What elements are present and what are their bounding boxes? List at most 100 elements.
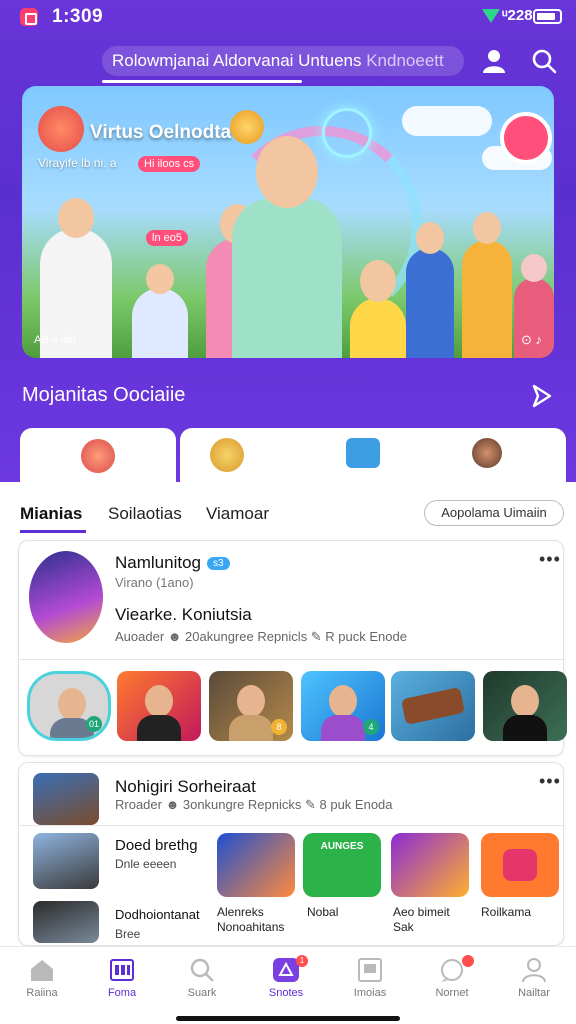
nav-label: Nornet	[435, 987, 469, 999]
grid-icon	[110, 959, 134, 981]
tab-soilaotias[interactable]: Soilaotias	[108, 504, 182, 524]
search-hint: Kndnoeett	[366, 51, 444, 70]
nav-profile[interactable]: Nailtar	[498, 957, 570, 999]
status-bar: 1:309 ᵘ228	[0, 0, 576, 36]
app-icon	[20, 8, 38, 26]
clock-icon	[500, 112, 552, 164]
banner-logo-icon	[38, 106, 84, 152]
search-icon	[190, 958, 214, 982]
thumbnail[interactable]: 01	[27, 671, 111, 741]
channel-avatar[interactable]	[29, 551, 103, 643]
divider	[19, 659, 563, 660]
network-indicator: ᵘ228	[502, 7, 533, 24]
profile-icon[interactable]	[477, 44, 511, 78]
more-options-icon[interactable]: •••	[539, 771, 561, 792]
row-thumbnail[interactable]	[33, 901, 99, 943]
nav-home[interactable]: Raiina	[6, 957, 78, 999]
header-underline	[102, 80, 302, 83]
bottom-navigation: Raiina Foma Suark 1 Snotes Imoias Nornet…	[0, 946, 576, 1024]
kid-figure	[350, 260, 406, 358]
signal-icon	[482, 9, 500, 23]
tile-label: Aeo bimeit Sak	[393, 905, 450, 934]
thumbnail[interactable]	[117, 671, 201, 741]
thumbnail-badge: 01	[86, 716, 102, 732]
more-options-icon[interactable]: •••	[539, 549, 561, 570]
search-input[interactable]: Rolowmjanai Aldorvanai Untuens Kndnoeett	[102, 46, 464, 76]
image-icon	[358, 958, 382, 982]
mascot-icon	[81, 439, 115, 473]
channel-avatar[interactable]	[33, 773, 99, 825]
glow-ring-icon	[322, 108, 372, 158]
banner-footer-right[interactable]: ⊙ ♪	[521, 332, 542, 348]
tab-mianias[interactable]: Mianias	[20, 504, 82, 524]
thumbnail[interactable]	[483, 671, 567, 741]
tile-thumbnail[interactable]	[481, 833, 559, 897]
nav-label: Snotes	[268, 987, 304, 999]
person-icon	[522, 958, 546, 983]
divider	[19, 825, 563, 826]
tile-label: Roilkama	[481, 905, 532, 919]
notification-badge	[462, 955, 474, 967]
battery-icon	[533, 9, 562, 24]
tile-text: AUNGES	[320, 841, 364, 852]
notification-badge: 1	[296, 955, 308, 967]
search-icon[interactable]	[527, 44, 561, 78]
cloud-decoration	[402, 106, 492, 136]
tile-thumbnail[interactable]: AUNGES	[303, 833, 381, 897]
feed-card[interactable]: Nohigiri Sorheiraat Rroader ☻ 3onkungre …	[18, 762, 564, 946]
banner-chip-secondary: ln eo5	[146, 230, 188, 246]
feed-card[interactable]: Namlunitog s3 Virano (1ano) Viearke. Koni…	[18, 540, 567, 756]
tab-viamoar[interactable]: Viamoar	[206, 504, 269, 524]
nav-label: Raiina	[26, 987, 58, 999]
category-card[interactable]	[20, 428, 176, 484]
post-meta: Rroader ☻ 3onkungre Repnicks ✎ 8 puk Eno…	[115, 797, 393, 812]
channel-name-text: Namlunitog	[115, 553, 201, 572]
kid-figure	[462, 212, 512, 358]
thumbnail[interactable]: 4	[301, 671, 385, 741]
coin-icon	[230, 110, 264, 144]
nav-label: Imoias	[353, 987, 387, 999]
banner-chip: Hi iloos cs	[138, 156, 201, 172]
home-icon	[31, 960, 53, 981]
nav-imoias[interactable]: Imoias	[334, 957, 406, 999]
channel-subtitle: Virano (1ano)	[115, 575, 194, 590]
tile-label: Alenreks Nonoahitans	[217, 905, 285, 934]
banner-title: Virtus Oelnodta	[90, 122, 232, 143]
row-title[interactable]: Doed brethg	[115, 837, 198, 854]
thumbnail[interactable]	[391, 671, 475, 741]
arrow-right-icon[interactable]	[528, 382, 556, 410]
tile-label: Nobal	[307, 905, 339, 919]
play-icon	[503, 849, 537, 881]
tile-thumbnail[interactable]	[217, 833, 295, 897]
thumbnail-badge: 4	[363, 719, 379, 735]
nav-label: Foma	[107, 987, 137, 999]
post-meta: Auoader ☻ 20akungree Repnicls ✎ R puck E…	[115, 629, 407, 644]
thumbnail[interactable]: 8	[209, 671, 293, 741]
banner-subtitle: Virayife lb ni. a	[38, 156, 117, 170]
row-subtitle: Dnle eeeen	[115, 857, 177, 871]
kid-figure	[132, 264, 188, 358]
status-time: 1:309	[52, 6, 104, 27]
search-text: Rolowmjanai Aldorvanai Untuens	[112, 51, 362, 70]
tab-underline	[20, 530, 86, 533]
hero-banner[interactable]: Virtus Oelnodta Virayife lb ni. a Hi ilo…	[22, 86, 554, 358]
nav-foma[interactable]: Foma	[86, 957, 158, 999]
tile-thumbnail[interactable]	[391, 833, 469, 897]
kid-figure-main	[232, 136, 342, 358]
nav-snotes[interactable]: 1 Snotes	[250, 955, 322, 999]
kid-figure	[406, 222, 454, 358]
nav-label: Nailtar	[518, 987, 550, 999]
row-subtitle: Bree	[115, 927, 141, 941]
avatar-icon	[210, 438, 244, 472]
nav-nornet[interactable]: Nornet	[416, 955, 488, 999]
row-title[interactable]: Dodhoiontanat	[115, 907, 200, 922]
person-avatar-icon	[472, 438, 502, 468]
verified-badge: s3	[207, 557, 230, 570]
row-thumbnail[interactable]	[33, 833, 99, 889]
category-card[interactable]	[180, 428, 566, 484]
thumbnail-badge: 8	[271, 719, 287, 735]
home-indicator	[176, 1016, 400, 1021]
nav-search[interactable]: Suark	[166, 957, 238, 999]
filter-button[interactable]: Aopolama Uimaiin	[424, 500, 564, 526]
banner-footer-left: AB e nib	[34, 334, 76, 346]
